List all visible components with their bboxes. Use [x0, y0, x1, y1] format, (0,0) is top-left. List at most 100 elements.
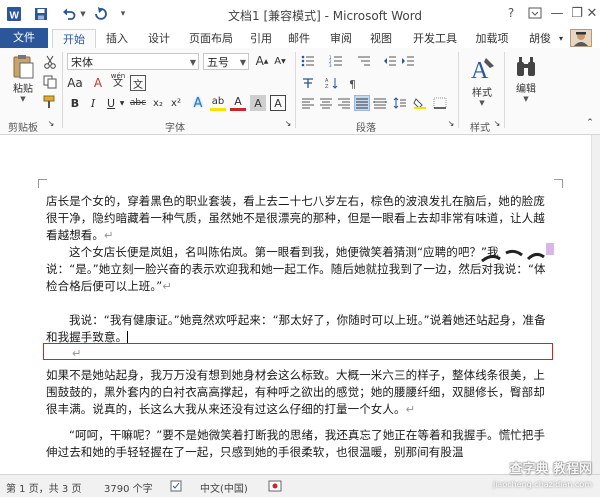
tab-page-layout[interactable]: 页面布局 [182, 30, 240, 47]
character-border-button[interactable]: A [270, 95, 286, 111]
paragraph-3-text: 我说：“我有健康证。”她竟然欢呼起来：“那太好了，你随时可以上班。”说着她还站起… [46, 313, 546, 344]
redo-icon[interactable] [92, 5, 110, 23]
borders-icon[interactable] [432, 95, 448, 111]
format-painter-icon[interactable] [42, 94, 58, 110]
title-bar: W ▼ ▾ 文档1 [兼容模式] - Microsoft Word ? — ❐ … [0, 0, 600, 28]
font-name-value: 宋体 [71, 56, 93, 69]
text-effects-button[interactable]: A [190, 95, 206, 111]
decrease-indent-icon[interactable] [382, 53, 398, 69]
word-app-icon[interactable]: W [6, 5, 22, 23]
paragraph-4[interactable]: 如果不是她站起身，我万万没有想到她身材会这么标致。大概一米六三的样子，整体线条很… [46, 367, 554, 418]
font-launcher-icon[interactable]: ↘ [283, 118, 293, 128]
tab-user[interactable]: 胡俊 [524, 30, 556, 47]
help-button[interactable]: ? [500, 3, 522, 23]
customize-qat-icon[interactable]: ▾ [116, 5, 130, 23]
macro-record-icon[interactable] [268, 480, 282, 495]
editing-dropdown-icon[interactable]: ▼ [523, 95, 528, 103]
ribbon-display-icon[interactable] [524, 3, 546, 23]
increase-indent-icon[interactable] [400, 53, 416, 69]
user-dropdown-icon[interactable]: ▾ [556, 30, 566, 47]
save-icon[interactable] [32, 5, 50, 23]
font-name-combo[interactable]: 宋体 ▼ [67, 53, 199, 70]
tab-addins[interactable]: 加载项 [470, 30, 514, 47]
tab-insert[interactable]: 插入 [100, 30, 134, 47]
user-avatar[interactable] [570, 29, 592, 47]
numbering-icon[interactable]: 123 [328, 53, 344, 69]
multilevel-list-icon[interactable] [356, 53, 372, 69]
close-button[interactable]: ✕ [584, 3, 600, 23]
document-area[interactable]: 店长是个女的，穿着黑色的职业套装，看上去二十七八岁左右，棕色的波浪发扎在脑后，她… [0, 135, 600, 474]
bold-button[interactable]: B [67, 95, 83, 111]
page-corner-mark [554, 179, 563, 188]
copy-icon[interactable] [42, 74, 58, 90]
window-title: 文档1 [兼容模式] - Microsoft Word [228, 9, 423, 23]
bullets-icon[interactable] [300, 53, 316, 69]
watermark-url: jiaocheng.chazidian.com [492, 480, 592, 489]
cut-icon[interactable] [42, 54, 58, 70]
tab-design[interactable]: 设计 [142, 30, 176, 47]
paragraph-1[interactable]: 店长是个女的，穿着黑色的职业套装，看上去二十七八岁左右，棕色的波浪发扎在脑后，她… [46, 193, 554, 244]
align-right-icon[interactable] [336, 95, 352, 111]
collapse-ribbon-icon[interactable]: ⌃ [584, 118, 596, 128]
group-separator [458, 52, 459, 128]
minimize-button[interactable]: — [546, 3, 568, 23]
styles-button[interactable]: A 样式 ▼ [464, 54, 500, 107]
font-size-dropdown-icon[interactable]: ▼ [240, 54, 246, 71]
underline-dropdown-icon[interactable]: ▼ [118, 95, 126, 111]
clear-formatting-button[interactable]: A [90, 75, 106, 91]
phonetic-guide-button[interactable]: wén 文 [110, 72, 126, 89]
tab-mailings[interactable]: 邮件 [284, 30, 314, 47]
distributed-icon[interactable] [372, 95, 388, 111]
italic-button[interactable]: I [85, 95, 101, 111]
undo-dropdown-icon[interactable]: ▼ [78, 5, 88, 23]
superscript-button[interactable]: x² [168, 95, 184, 111]
align-center-icon[interactable] [318, 95, 334, 111]
paste-button[interactable]: 粘贴 ▼ [8, 54, 38, 103]
change-case-button[interactable]: Aa [67, 75, 83, 91]
show-marks-icon[interactable]: ¶ [346, 75, 362, 91]
font-size-combo[interactable]: 五号 ▼ [203, 53, 249, 70]
language-status[interactable]: 中文(中国) [200, 480, 248, 495]
vertical-scrollbar[interactable] [591, 135, 600, 474]
strikethrough-button[interactable]: abc [128, 95, 148, 111]
proofing-icon[interactable] [170, 480, 184, 495]
tab-references[interactable]: 引用 [246, 30, 276, 47]
tab-home[interactable]: 开始 [52, 29, 96, 50]
paragraph-5[interactable]: “呵呵，干嘛呢？”要不是她微笑着打断我的思绪，我还真忘了她正在等着和我握手。慌忙… [46, 427, 554, 461]
page-count[interactable]: 第 1 页，共 3 页 [6, 480, 81, 495]
styles-dropdown-icon[interactable]: ▼ [479, 99, 484, 107]
sort-icon[interactable]: AZ [324, 75, 340, 91]
line-spacing-icon[interactable] [392, 95, 408, 111]
paragraph-3[interactable]: 我说：“我有健康证。”她竟然欢呼起来：“那太好了，你随时可以上班。”说着她还站起… [46, 312, 554, 346]
shrink-font-icon: A [274, 55, 282, 67]
font-color-button[interactable]: A [230, 95, 246, 111]
empty-paragraph[interactable]: ↵ [46, 345, 554, 362]
shading-icon[interactable] [412, 95, 428, 111]
editing-button[interactable]: 编辑 ▼ [508, 54, 544, 103]
justify-icon[interactable] [354, 95, 370, 111]
paragraph-launcher-icon[interactable]: ↘ [446, 118, 456, 128]
styles-launcher-icon[interactable]: ↘ [492, 118, 502, 128]
tab-review[interactable]: 审阅 [326, 30, 356, 47]
enclose-character-button[interactable]: 文 [130, 75, 146, 91]
undo-icon[interactable] [60, 5, 78, 23]
chinese-layout-icon[interactable] [300, 75, 316, 91]
underline-button[interactable]: U [103, 95, 119, 111]
character-shading-button[interactable]: A [250, 95, 266, 111]
subscript-button[interactable]: x₂ [150, 95, 166, 111]
clipboard-launcher-icon[interactable]: ↘ [46, 118, 56, 128]
svg-text:3: 3 [329, 63, 332, 67]
tab-developer[interactable]: 开发工具 [406, 30, 464, 47]
highlight-button[interactable]: ab [210, 95, 226, 111]
font-name-dropdown-icon[interactable]: ▼ [190, 54, 196, 71]
word-count[interactable]: 3790 个字 [104, 480, 153, 495]
paste-dropdown-icon[interactable]: ▼ [20, 95, 25, 103]
grow-font-button[interactable]: A ▲ [254, 53, 270, 69]
tab-view[interactable]: 视图 [366, 30, 396, 47]
paragraph-mark: ↵ [405, 402, 416, 416]
styles-group-label: 样式 [470, 123, 490, 134]
align-left-icon[interactable] [300, 95, 316, 111]
tab-file[interactable]: 文件 [0, 28, 48, 48]
shrink-font-button[interactable]: A ▼ [272, 53, 288, 69]
paragraph-group-label: 段落 [356, 123, 376, 134]
